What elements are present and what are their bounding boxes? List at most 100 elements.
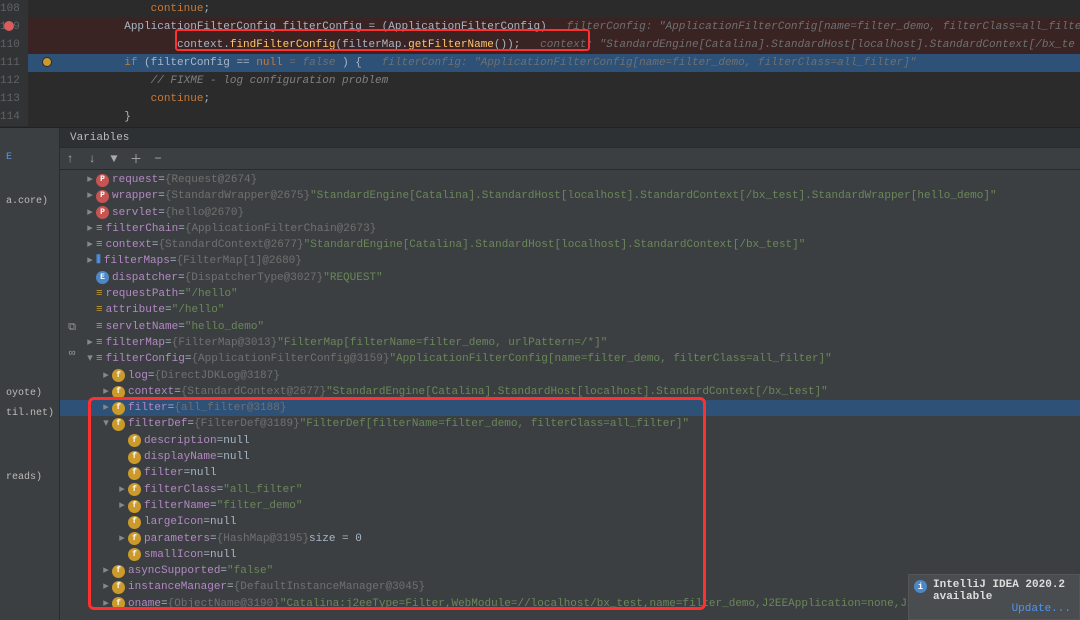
variable-name: filter <box>128 400 168 416</box>
frame-label[interactable]: a.core) <box>0 192 59 212</box>
variable-node[interactable]: ▸ffilterClass = "all_filter" <box>60 482 1080 498</box>
variable-name: servlet <box>112 205 158 221</box>
notification-title: IntelliJ IDEA 2020.2 available <box>933 579 1071 603</box>
expand-arrow-icon[interactable]: ▸ <box>100 596 112 612</box>
variable-name: filterDef <box>128 416 187 432</box>
variable-node[interactable]: Edispatcher = {DispatcherType@3027} "REQ… <box>60 270 1080 286</box>
expand-arrow-icon[interactable]: ▸ <box>100 579 112 595</box>
infinity-icon[interactable]: ∞ <box>62 344 82 364</box>
expand-arrow-icon[interactable]: ▸ <box>100 384 112 400</box>
expand-arrow-icon[interactable]: ▸ <box>100 368 112 384</box>
expand-arrow-icon[interactable]: ▸ <box>100 400 112 416</box>
debugger-panel[interactable]: E a.core) oyote) til.net) reads) Variabl… <box>0 127 1080 620</box>
code-column[interactable]: continue; ApplicationFilterConfig filter… <box>28 0 1080 126</box>
gutter-line[interactable]: 109 <box>0 18 20 36</box>
expand-arrow-icon[interactable]: ▾ <box>100 416 112 432</box>
code-line[interactable]: if (filterConfig == null = false ) { fil… <box>28 54 1080 72</box>
frame-label[interactable]: oyote) <box>0 384 59 404</box>
field-icon: f <box>128 483 141 496</box>
update-link[interactable]: Update... <box>933 603 1071 615</box>
variables-tree[interactable]: ▸Prequest = {Request@2674}▸Pwrapper = {S… <box>60 170 1080 612</box>
variable-node[interactable]: flargeIcon = null <box>60 514 1080 530</box>
variable-node[interactable]: ▸Prequest = {Request@2674} <box>60 172 1080 188</box>
array-icon: ⦀ <box>96 253 101 269</box>
code-line[interactable]: continue; <box>28 90 1080 108</box>
variable-node[interactable]: ▸Pservlet = {hello@2670} <box>60 205 1080 221</box>
field-icon: f <box>128 434 141 447</box>
code-line[interactable]: context.findFilterConfig(filterMap.getFi… <box>28 36 1080 54</box>
param-icon: P <box>96 174 109 187</box>
code-line[interactable]: } <box>28 108 1080 126</box>
frame-label[interactable] <box>0 128 59 148</box>
remove-watch-icon[interactable]: − <box>150 151 166 167</box>
variable-node[interactable]: ▸≡context = {StandardContext@2677} "Stan… <box>60 237 1080 253</box>
field-icon: f <box>128 467 141 480</box>
object-id: {ApplicationFilterChain@2673} <box>185 221 376 237</box>
expand-arrow-icon[interactable]: ▸ <box>84 221 96 237</box>
frame-label[interactable]: til.net) <box>0 404 59 424</box>
gutter-line[interactable]: 112 <box>0 72 20 90</box>
variable-node[interactable]: ▸Pwrapper = {StandardWrapper@2675} "Stan… <box>60 188 1080 204</box>
gutter-line[interactable]: 111 <box>0 54 20 72</box>
code-line[interactable]: ApplicationFilterConfig filterConfig = (… <box>28 18 1080 36</box>
string-value: "REQUEST" <box>323 270 382 286</box>
code-line[interactable]: continue; <box>28 0 1080 18</box>
frames-strip[interactable]: E a.core) oyote) til.net) reads) <box>0 128 60 620</box>
object-id: {StandardContext@2677} <box>181 384 326 400</box>
expand-arrow-icon[interactable]: ▸ <box>116 531 128 547</box>
gutter-line[interactable]: 110 <box>0 36 20 54</box>
field-icon: f <box>112 386 125 399</box>
value: null <box>210 514 236 530</box>
frame-label[interactable]: E <box>0 148 59 168</box>
gutter-line[interactable]: 114 <box>0 108 20 126</box>
variable-node[interactable]: ▸≡filterChain = {ApplicationFilterChain@… <box>60 221 1080 237</box>
breakpoint-icon[interactable] <box>4 21 14 31</box>
expand-arrow-icon[interactable]: ▸ <box>100 563 112 579</box>
object-id: {FilterDef@3189} <box>194 416 300 432</box>
variable-node[interactable]: ▸fparameters = {HashMap@3195} size = 0 <box>60 531 1080 547</box>
down-icon[interactable]: ↓ <box>84 151 100 167</box>
copy-icon[interactable]: ⧉ <box>62 318 82 338</box>
expand-arrow-icon[interactable]: ▸ <box>116 482 128 498</box>
variable-name: dispatcher <box>112 270 178 286</box>
update-notification[interactable]: i IntelliJ IDEA 2020.2 available Update.… <box>908 574 1080 620</box>
variable-node[interactable]: ffilter = null <box>60 465 1080 481</box>
gutter-line[interactable]: 113 <box>0 90 20 108</box>
variable-node[interactable]: ▸≡filterMap = {FilterMap@3013} "FilterMa… <box>60 335 1080 351</box>
side-toolbar: ⧉ ∞ <box>62 318 86 364</box>
expand-arrow-icon[interactable]: ▸ <box>116 498 128 514</box>
variable-name: filterChain <box>106 221 179 237</box>
string-value: "StandardEngine[Catalina].StandardHost[l… <box>304 237 806 253</box>
variable-node[interactable]: ≡attribute = "/hello" <box>60 302 1080 318</box>
variable-node[interactable]: ▸⦀filterMaps = {FilterMap[1]@2680} <box>60 253 1080 269</box>
variable-node[interactable]: ▾≡filterConfig = {ApplicationFilterConfi… <box>60 351 1080 367</box>
string-value: "Catalina:j2eeType=Filter,WebModule=//lo… <box>280 596 1006 612</box>
code-editor[interactable]: 108109110111112113114 continue; Applicat… <box>0 0 1080 126</box>
expand-arrow-icon[interactable]: ▸ <box>84 205 96 221</box>
variable-node[interactable]: ▾ffilterDef = {FilterDef@3189} "FilterDe… <box>60 416 1080 432</box>
variable-node[interactable]: ≡requestPath = "/hello" <box>60 286 1080 302</box>
object-id: {hello@2670} <box>165 205 244 221</box>
variable-node[interactable]: ▸ffilter = {all_filter@3188} <box>60 400 1080 416</box>
expand-arrow-icon[interactable]: ▸ <box>84 237 96 253</box>
up-icon[interactable]: ↑ <box>62 151 78 167</box>
expand-arrow-icon[interactable]: ▸ <box>84 253 96 269</box>
variable-node[interactable]: ≡servletName = "hello_demo" <box>60 319 1080 335</box>
field-icon: f <box>112 581 125 594</box>
variable-node[interactable]: fdisplayName = null <box>60 449 1080 465</box>
filter-icon[interactable]: ▼ <box>106 151 122 167</box>
add-watch-icon[interactable]: ＋ <box>128 151 144 167</box>
gutter-line[interactable]: 108 <box>0 0 20 18</box>
variable-node[interactable]: fsmallIcon = null <box>60 547 1080 563</box>
code-line[interactable]: // FIXME - log configuration problem <box>28 72 1080 90</box>
variable-node[interactable]: fdescription = null <box>60 433 1080 449</box>
expand-arrow-icon[interactable]: ▸ <box>84 172 96 188</box>
variable-node[interactable]: ▸flog = {DirectJDKLog@3187} <box>60 368 1080 384</box>
variable-name: asyncSupported <box>128 563 220 579</box>
variable-node[interactable]: ▸fcontext = {StandardContext@2677} "Stan… <box>60 384 1080 400</box>
expand-arrow-icon[interactable]: ▸ <box>84 188 96 204</box>
frame-label[interactable] <box>0 168 59 192</box>
variable-node[interactable]: ▸ffilterName = "filter_demo" <box>60 498 1080 514</box>
param-icon: P <box>96 190 109 203</box>
frame-label[interactable]: reads) <box>0 468 59 488</box>
